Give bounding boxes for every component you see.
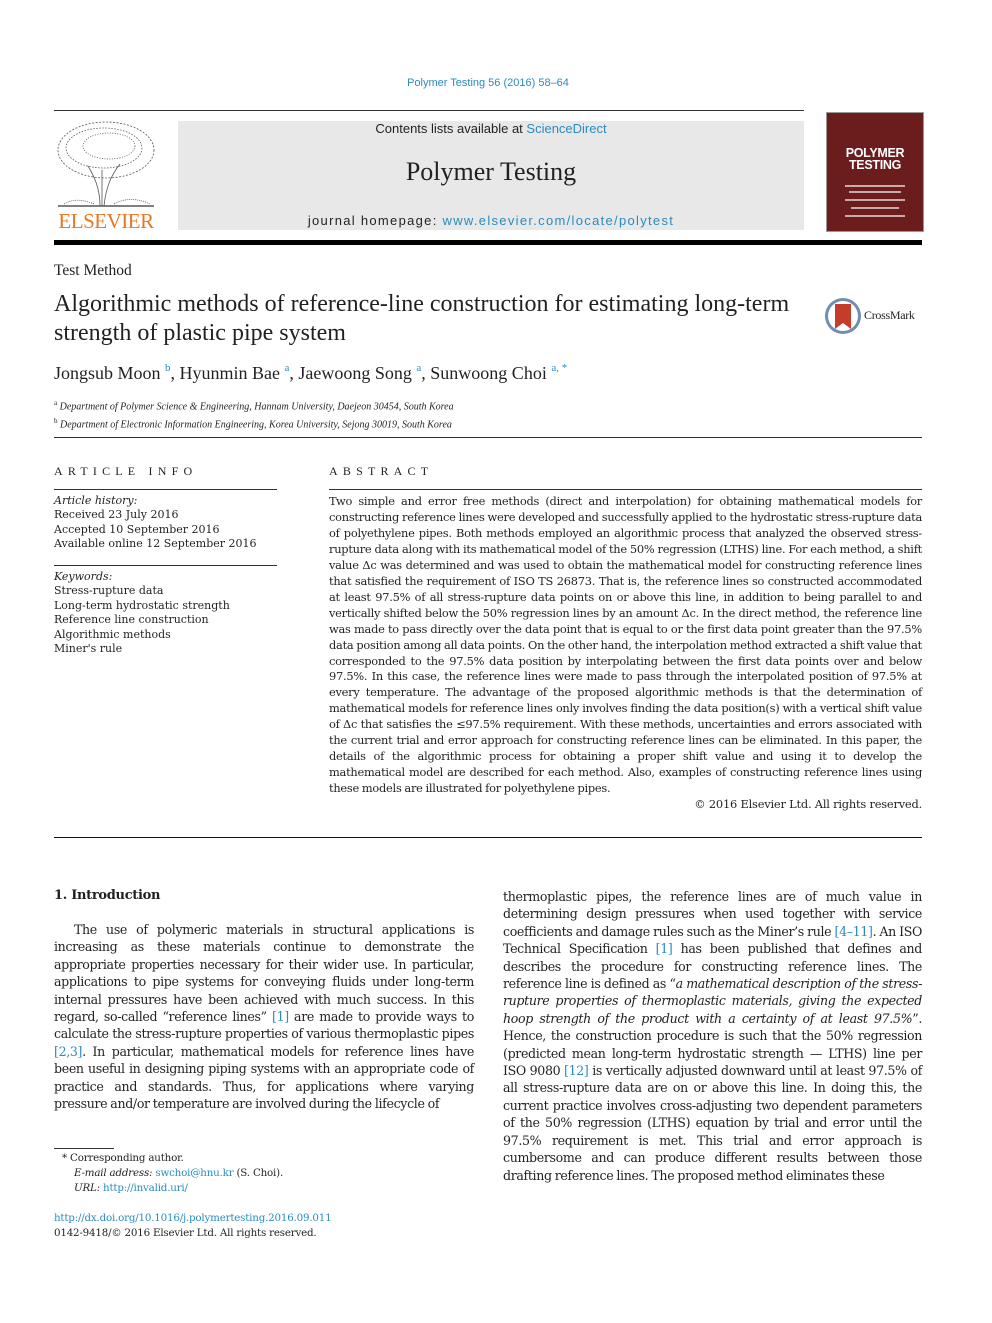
homepage-link[interactable]: www.elsevier.com/locate/polytest	[443, 213, 675, 228]
affiliation-mark: a	[54, 399, 58, 407]
author[interactable]: Hyunmin Bae a	[179, 362, 290, 383]
article-history-heading: Article history:	[54, 494, 138, 507]
sciencedirect-link[interactable]: ScienceDirect	[526, 121, 606, 136]
author[interactable]: Sunwoong Choi a, *	[430, 362, 567, 383]
intro-column-right: thermoplastic pipes, the reference lines…	[503, 888, 922, 1184]
title-divider	[54, 437, 922, 438]
abstract-text: Two simple and error free methods (direc…	[329, 494, 922, 796]
article-info-rule	[54, 489, 277, 490]
author-name: Hyunmin Bae	[179, 363, 281, 383]
keyword: Stress-rupture data	[54, 584, 164, 598]
author-separator: ,	[421, 363, 431, 383]
history-item: Available online 12 September 2016	[54, 537, 257, 551]
author-list: Jongsub Moon b, Hyunmin Bae a, Jaewoong …	[54, 362, 567, 384]
abstract-heading: ABSTRACT	[329, 464, 434, 478]
keyword: Miner's rule	[54, 642, 123, 656]
homepage-prefix: journal homepage:	[307, 213, 443, 228]
doi-link[interactable]: http://dx.doi.org/10.1016/j.polymertesti…	[54, 1211, 332, 1226]
header-thick-rule	[54, 240, 922, 245]
elsevier-wordmark: ELSEVIER	[58, 209, 154, 233]
footnotes: * Corresponding author. E-mail address: …	[62, 1151, 283, 1196]
citation-link[interactable]: [4–11]	[835, 924, 873, 939]
keywords: Keywords: Stress-rupture data Long-term …	[54, 570, 230, 656]
body-text: . In particular, mathematical models for…	[54, 1043, 474, 1112]
front-matter-divider	[54, 837, 922, 838]
abstract-copyright: © 2016 Elsevier Ltd. All rights reserved…	[694, 797, 922, 811]
affiliation-mark: b	[54, 417, 58, 426]
crossmark-badge[interactable]: CrossMark	[824, 296, 924, 336]
journal-title: Polymer Testing	[405, 157, 577, 186]
author-separator: ,	[170, 363, 180, 383]
citation-link[interactable]: [1]	[656, 941, 673, 956]
author-name: Sunwoong Choi	[430, 363, 547, 383]
keywords-rule	[54, 565, 277, 566]
issn-copyright: 0142-9418/© 2016 Elsevier Ltd. All right…	[54, 1227, 317, 1239]
email-label: E-mail address:	[74, 1167, 153, 1179]
crossmark-label: CrossMark	[864, 308, 915, 322]
homepage-line: journal homepage: www.elsevier.com/locat…	[178, 213, 804, 228]
cover-text-line	[851, 207, 899, 209]
cover-title: POLYMER TESTING	[827, 147, 923, 172]
article-type: Test Method	[54, 262, 132, 279]
cover-text-line	[845, 215, 905, 217]
crossmark-icon	[825, 298, 861, 334]
contents-prefix: Contents lists available at	[375, 121, 527, 136]
author[interactable]: Jaewoong Song a	[298, 362, 421, 383]
article-history: Article history: Received 23 July 2016 A…	[54, 494, 257, 552]
cover-text-line	[849, 191, 901, 193]
cover-text-line	[845, 185, 905, 187]
citation-link[interactable]: [2,3]	[54, 1044, 82, 1059]
author-name: Jaewoong Song	[298, 363, 412, 383]
keywords-heading: Keywords:	[54, 570, 113, 583]
url-link[interactable]: http://invalid.uri/	[103, 1182, 188, 1194]
header-rule	[54, 110, 804, 111]
affiliation-text: Department of Polymer Science & Engineer…	[59, 401, 454, 413]
cover-text-line	[845, 199, 905, 201]
journal-masthead: Contents lists available at ScienceDirec…	[178, 121, 804, 230]
email-link[interactable]: swchoi@hnu.kr	[155, 1167, 233, 1179]
keyword: Reference line construction	[54, 613, 209, 627]
elsevier-tree-icon	[57, 121, 155, 207]
keyword: Algorithmic methods	[54, 627, 171, 641]
article-title: Algorithmic methods of reference-line co…	[54, 291, 790, 346]
section-heading-introduction: 1. Introduction	[54, 888, 161, 903]
body-text: is vertically adjusted downward until at…	[503, 1063, 922, 1183]
intro-column-left: The use of polymeric materials in struct…	[54, 921, 474, 1112]
author-affiliation-mark[interactable]: a, *	[551, 362, 567, 374]
elsevier-logo[interactable]: ELSEVIER	[54, 118, 158, 234]
citation-link[interactable]: [12]	[564, 1063, 589, 1078]
email-suffix: (S. Choi).	[233, 1167, 284, 1179]
article-info-heading: ARTICLE INFO	[54, 464, 198, 478]
corresponding-author-note: * Corresponding author.	[62, 1152, 184, 1164]
footnote-rule	[54, 1148, 114, 1149]
abstract-rule	[329, 489, 922, 490]
contents-line: Contents lists available at ScienceDirec…	[178, 121, 804, 136]
email-note: E-mail address: swchoi@hnu.kr (S. Choi).	[62, 1166, 283, 1181]
history-item: Accepted 10 September 2016	[54, 522, 220, 536]
author[interactable]: Jongsub Moon b	[54, 362, 171, 383]
journal-cover[interactable]: POLYMER TESTING	[826, 112, 924, 232]
url-note: URL: http://invalid.uri/	[62, 1181, 283, 1196]
doi-block: http://dx.doi.org/10.1016/j.polymertesti…	[54, 1211, 332, 1241]
affiliation: b Department of Electronic Information E…	[54, 414, 454, 432]
affiliation-text: Department of Electronic Information Eng…	[60, 419, 452, 431]
cover-title-line2: TESTING	[848, 158, 902, 172]
keyword: Long-term hydrostatic strength	[54, 598, 230, 612]
url-label: URL:	[74, 1182, 100, 1194]
author-name: Jongsub Moon	[54, 363, 161, 383]
affiliation: a Department of Polymer Science & Engine…	[54, 396, 454, 414]
history-item: Received 23 July 2016	[54, 508, 179, 522]
citation-link[interactable]: [1]	[272, 1009, 289, 1024]
affiliations: a Department of Polymer Science & Engine…	[54, 396, 454, 433]
journal-reference[interactable]: Polymer Testing 56 (2016) 58–64	[0, 77, 976, 89]
